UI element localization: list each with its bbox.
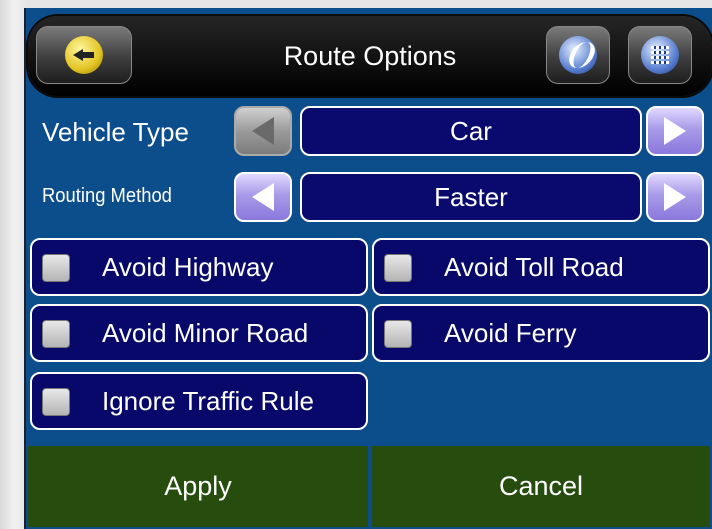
route-options-panel: Route Options Vehicle Type Car Routing M… [24, 8, 712, 529]
option-label: Ignore Traffic Rule [102, 386, 314, 416]
right-arrow-icon [664, 183, 686, 211]
routing-method-next-button[interactable] [646, 172, 704, 222]
avoid-highway-option[interactable]: Avoid Highway [30, 238, 368, 296]
page-title: Route Options [283, 41, 457, 71]
ignore-traffic-rule-option[interactable]: Ignore Traffic Rule [30, 372, 368, 430]
vehicle-type-next-button[interactable] [646, 106, 704, 156]
option-label: Avoid Minor Road [102, 318, 309, 348]
routing-method-value: Faster [300, 172, 642, 222]
checkbox[interactable] [42, 254, 70, 282]
avoid-minor-road-option[interactable]: Avoid Minor Road [30, 304, 368, 362]
routing-method-label: Routing Method [42, 185, 172, 207]
avoid-toll-road-option[interactable]: Avoid Toll Road [372, 238, 710, 296]
logo-button[interactable] [546, 26, 610, 84]
app-logo-icon [559, 36, 597, 74]
menu-button[interactable] [628, 26, 692, 84]
routing-method-prev-button[interactable] [234, 172, 292, 222]
option-label: Avoid Toll Road [444, 252, 624, 282]
left-arrow-icon [252, 117, 274, 145]
vehicle-type-value: Car [300, 106, 642, 156]
option-label: Avoid Ferry [444, 318, 577, 348]
vehicle-type-prev-button[interactable] [234, 106, 292, 156]
back-button[interactable] [36, 26, 132, 84]
vehicle-type-label: Vehicle Type [42, 117, 189, 147]
checkbox[interactable] [384, 254, 412, 282]
cancel-button[interactable]: Cancel [370, 444, 712, 529]
checkbox[interactable] [42, 320, 70, 348]
avoid-ferry-option[interactable]: Avoid Ferry [372, 304, 710, 362]
checkbox[interactable] [42, 388, 70, 416]
option-label: Avoid Highway [102, 252, 274, 282]
back-arrow-icon [65, 36, 103, 74]
right-arrow-icon [664, 117, 686, 145]
checkbox[interactable] [384, 320, 412, 348]
left-arrow-icon [252, 183, 274, 211]
menu-grid-icon [641, 36, 679, 74]
header-bar: Route Options [28, 16, 712, 96]
apply-button[interactable]: Apply [26, 444, 370, 529]
